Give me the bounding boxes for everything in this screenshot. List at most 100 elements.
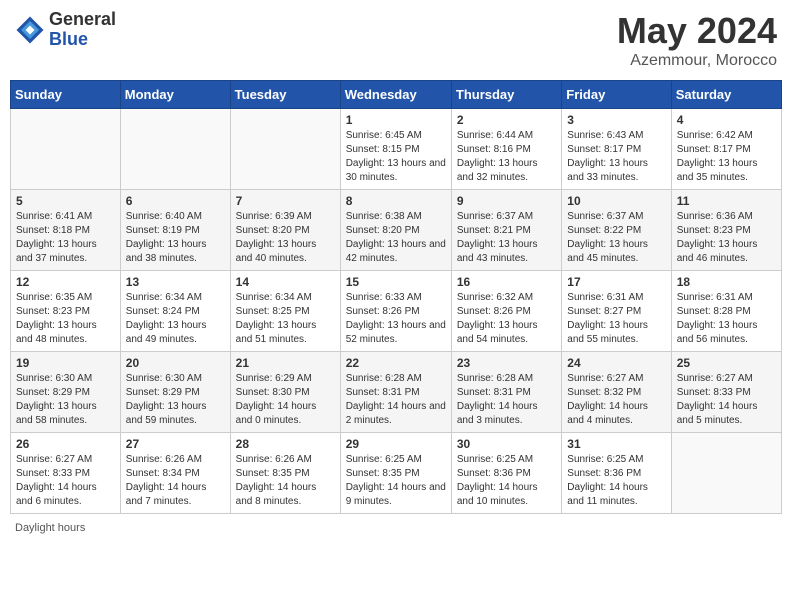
day-info: Sunrise: 6:28 AMSunset: 8:31 PMDaylight:… — [457, 372, 556, 428]
day-info: Sunrise: 6:29 AMSunset: 8:30 PMDaylight:… — [236, 372, 335, 428]
day-info: Sunrise: 6:28 AMSunset: 8:31 PMDaylight:… — [346, 372, 446, 428]
day-info: Sunrise: 6:34 AMSunset: 8:24 PMDaylight:… — [126, 291, 225, 347]
day-info: Sunrise: 6:38 AMSunset: 8:20 PMDaylight:… — [346, 210, 446, 266]
calendar-cell — [11, 109, 121, 190]
day-number: 22 — [346, 356, 446, 370]
day-number: 29 — [346, 437, 446, 451]
day-number: 13 — [126, 275, 225, 289]
calendar-cell: 15Sunrise: 6:33 AMSunset: 8:26 PMDayligh… — [340, 271, 451, 352]
day-info: Sunrise: 6:35 AMSunset: 8:23 PMDaylight:… — [16, 291, 115, 347]
day-info: Sunrise: 6:30 AMSunset: 8:29 PMDaylight:… — [126, 372, 225, 428]
calendar-cell: 17 Sunrise: 6:31 AMSunset: 8:27 PMDayligh… — [562, 271, 671, 352]
day-info: Sunrise: 6:41 AMSunset: 8:18 PMDaylight:… — [16, 210, 115, 266]
day-info: Sunrise: 6:36 AMSunset: 8:23 PMDaylight:… — [677, 210, 776, 266]
day-number: 5 — [16, 194, 115, 208]
day-number: 14 — [236, 275, 335, 289]
calendar-cell: 11 Sunrise: 6:36 AMSunset: 8:23 PMDayligh… — [671, 190, 781, 271]
day-number: 1 — [346, 113, 446, 127]
calendar-weekday-tuesday: Tuesday — [230, 81, 340, 109]
calendar-weekday-saturday: Saturday — [671, 81, 781, 109]
day-number: 18 — [677, 275, 776, 289]
calendar-cell: 29 Sunrise: 6:25 AMSunset: 8:35 PMDayligh… — [340, 433, 451, 514]
day-number: 17 — [567, 275, 665, 289]
calendar-weekday-wednesday: Wednesday — [340, 81, 451, 109]
day-number: 21 — [236, 356, 335, 370]
calendar-cell: 23Sunrise: 6:28 AMSunset: 8:31 PMDayligh… — [451, 352, 561, 433]
calendar-cell: 6 Sunrise: 6:40 AMSunset: 8:19 PMDaylight… — [120, 190, 230, 271]
calendar-cell: 31Sunrise: 6:25 AMSunset: 8:36 PMDayligh… — [562, 433, 671, 514]
logo-blue: Blue — [49, 30, 116, 50]
calendar-cell: 12 Sunrise: 6:35 AMSunset: 8:23 PMDayligh… — [11, 271, 121, 352]
calendar-cell: 1 Sunrise: 6:45 AMSunset: 8:15 PMDaylight… — [340, 109, 451, 190]
day-number: 2 — [457, 113, 556, 127]
calendar-cell: 26Sunrise: 6:27 AMSunset: 8:33 PMDayligh… — [11, 433, 121, 514]
calendar-cell: 24 Sunrise: 6:27 AMSunset: 8:32 PMDayligh… — [562, 352, 671, 433]
day-number: 31 — [567, 437, 665, 451]
day-number: 6 — [126, 194, 225, 208]
calendar-cell: 2 Sunrise: 6:44 AMSunset: 8:16 PMDaylight… — [451, 109, 561, 190]
day-number: 11 — [677, 194, 776, 208]
day-info: Sunrise: 6:27 AMSunset: 8:33 PMDaylight:… — [677, 372, 776, 428]
day-number: 9 — [457, 194, 556, 208]
day-info: Sunrise: 6:25 AMSunset: 8:35 PMDaylight:… — [346, 453, 446, 509]
calendar-cell: 27 Sunrise: 6:26 AMSunset: 8:34 PMDayligh… — [120, 433, 230, 514]
calendar-weekday-monday: Monday — [120, 81, 230, 109]
day-number: 25 — [677, 356, 776, 370]
day-number: 12 — [16, 275, 115, 289]
day-info: Sunrise: 6:32 AMSunset: 8:26 PMDaylight:… — [457, 291, 556, 347]
calendar-week-row: 12 Sunrise: 6:35 AMSunset: 8:23 PMDayligh… — [11, 271, 782, 352]
day-info: Sunrise: 6:34 AMSunset: 8:25 PMDaylight:… — [236, 291, 335, 347]
day-info: Sunrise: 6:31 AMSunset: 8:27 PMDaylight:… — [567, 291, 665, 347]
footer: Daylight hours — [10, 522, 782, 534]
day-number: 30 — [457, 437, 556, 451]
calendar-cell — [120, 109, 230, 190]
day-number: 26 — [16, 437, 115, 451]
day-info: Sunrise: 6:26 AMSunset: 8:34 PMDaylight:… — [126, 453, 225, 509]
day-info: Sunrise: 6:27 AMSunset: 8:32 PMDaylight:… — [567, 372, 665, 428]
calendar-cell: 18Sunrise: 6:31 AMSunset: 8:28 PMDayligh… — [671, 271, 781, 352]
day-info: Sunrise: 6:33 AMSunset: 8:26 PMDaylight:… — [346, 291, 446, 347]
calendar-cell: 22 Sunrise: 6:28 AMSunset: 8:31 PMDayligh… — [340, 352, 451, 433]
day-info: Sunrise: 6:26 AMSunset: 8:35 PMDaylight:… — [236, 453, 335, 509]
calendar-week-row: 26Sunrise: 6:27 AMSunset: 8:33 PMDayligh… — [11, 433, 782, 514]
day-number: 28 — [236, 437, 335, 451]
calendar-cell: 21 Sunrise: 6:29 AMSunset: 8:30 PMDayligh… — [230, 352, 340, 433]
daylight-label: Daylight hours — [15, 522, 85, 534]
calendar-cell: 3Sunrise: 6:43 AMSunset: 8:17 PMDaylight… — [562, 109, 671, 190]
day-info: Sunrise: 6:45 AMSunset: 8:15 PMDaylight:… — [346, 129, 446, 185]
calendar-cell: 30 Sunrise: 6:25 AMSunset: 8:36 PMDayligh… — [451, 433, 561, 514]
calendar-cell: 8 Sunrise: 6:38 AMSunset: 8:20 PMDaylight… — [340, 190, 451, 271]
day-number: 8 — [346, 194, 446, 208]
day-number: 19 — [16, 356, 115, 370]
calendar-table: SundayMondayTuesdayWednesdayThursdayFrid… — [10, 80, 782, 514]
calendar-cell: 4 Sunrise: 6:42 AMSunset: 8:17 PMDaylight… — [671, 109, 781, 190]
day-info: Sunrise: 6:44 AMSunset: 8:16 PMDaylight:… — [457, 129, 556, 185]
calendar-cell: 28 Sunrise: 6:26 AMSunset: 8:35 PMDayligh… — [230, 433, 340, 514]
day-number: 24 — [567, 356, 665, 370]
calendar-cell: 9Sunrise: 6:37 AMSunset: 8:21 PMDaylight… — [451, 190, 561, 271]
calendar-cell: 10 Sunrise: 6:37 AMSunset: 8:22 PMDayligh… — [562, 190, 671, 271]
title-block: May 2024 Azemmour, Morocco — [617, 10, 777, 70]
day-info: Sunrise: 6:25 AMSunset: 8:36 PMDaylight:… — [457, 453, 556, 509]
logo-text: General Blue — [49, 10, 116, 50]
logo: General Blue — [15, 10, 116, 50]
calendar-cell: 20Sunrise: 6:30 AMSunset: 8:29 PMDayligh… — [120, 352, 230, 433]
calendar-cell — [671, 433, 781, 514]
calendar-cell: 16Sunrise: 6:32 AMSunset: 8:26 PMDayligh… — [451, 271, 561, 352]
day-number: 27 — [126, 437, 225, 451]
day-info: Sunrise: 6:43 AMSunset: 8:17 PMDaylight:… — [567, 129, 665, 185]
day-number: 4 — [677, 113, 776, 127]
day-info: Sunrise: 6:40 AMSunset: 8:19 PMDaylight:… — [126, 210, 225, 266]
calendar-cell — [230, 109, 340, 190]
calendar-cell: 7Sunrise: 6:39 AMSunset: 8:20 PMDaylight… — [230, 190, 340, 271]
day-info: Sunrise: 6:39 AMSunset: 8:20 PMDaylight:… — [236, 210, 335, 266]
day-info: Sunrise: 6:42 AMSunset: 8:17 PMDaylight:… — [677, 129, 776, 185]
calendar-header-row: SundayMondayTuesdayWednesdayThursdayFrid… — [11, 81, 782, 109]
calendar-week-row: 1 Sunrise: 6:45 AMSunset: 8:15 PMDaylight… — [11, 109, 782, 190]
day-info: Sunrise: 6:37 AMSunset: 8:22 PMDaylight:… — [567, 210, 665, 266]
logo-general: General — [49, 10, 116, 30]
calendar-cell: 5 Sunrise: 6:41 AMSunset: 8:18 PMDaylight… — [11, 190, 121, 271]
day-number: 10 — [567, 194, 665, 208]
calendar-cell: 13 Sunrise: 6:34 AMSunset: 8:24 PMDayligh… — [120, 271, 230, 352]
location: Azemmour, Morocco — [617, 52, 777, 70]
